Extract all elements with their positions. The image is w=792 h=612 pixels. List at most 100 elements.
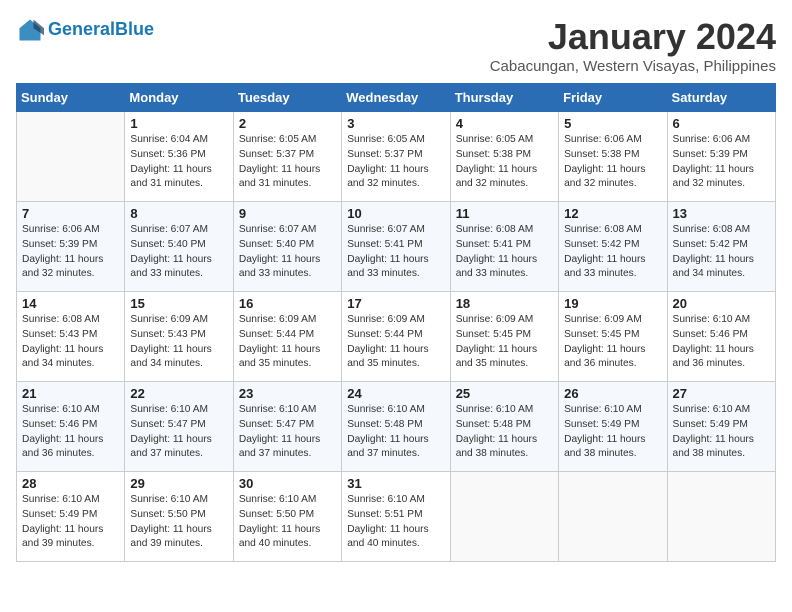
calendar-day-header: Friday	[559, 84, 667, 112]
day-number: 15	[130, 296, 227, 311]
calendar-cell: 7Sunrise: 6:06 AMSunset: 5:39 PMDaylight…	[17, 202, 125, 292]
cell-content: Sunrise: 6:07 AMSunset: 5:41 PMDaylight:…	[347, 223, 444, 282]
calendar-cell: 29Sunrise: 6:10 AMSunset: 5:50 PMDayligh…	[125, 472, 233, 562]
cell-content: Sunrise: 6:09 AMSunset: 5:45 PMDaylight:…	[564, 313, 661, 372]
calendar-week-row: 1 Sunrise: 6:04 AMSunset: 5:36 PMDaylight…	[17, 112, 776, 202]
calendar-cell: 9 Sunrise: 6:07 AMSunset: 5:40 PMDaylight…	[233, 202, 341, 292]
day-number: 13	[673, 206, 770, 221]
day-number: 19	[564, 296, 661, 311]
cell-content: Sunrise: 6:09 AMSunset: 5:43 PMDaylight:…	[130, 313, 227, 372]
cell-content: Sunrise: 6:05 AMSunset: 5:37 PMDaylight:…	[239, 133, 336, 192]
day-number: 4	[456, 116, 553, 131]
calendar-cell	[667, 472, 775, 562]
month-title: January 2024	[490, 16, 776, 58]
calendar-cell: 22 Sunrise: 6:10 AMSunset: 5:47 PMDayligh…	[125, 382, 233, 472]
calendar-week-row: 7Sunrise: 6:06 AMSunset: 5:39 PMDaylight…	[17, 202, 776, 292]
cell-content: Sunrise: 6:10 AMSunset: 5:51 PMDaylight:…	[347, 493, 444, 552]
cell-content: Sunrise: 6:10 AMSunset: 5:49 PMDaylight:…	[564, 403, 661, 462]
page-header: GeneralBlue January 2024 Cabacungan, Wes…	[16, 16, 776, 75]
cell-content: Sunrise: 6:06 AMSunset: 5:38 PMDaylight:…	[564, 133, 661, 192]
day-number: 8	[130, 206, 227, 221]
calendar-day-header: Sunday	[17, 84, 125, 112]
day-number: 17	[347, 296, 444, 311]
calendar-day-header: Tuesday	[233, 84, 341, 112]
day-number: 28	[22, 476, 119, 491]
calendar-cell	[559, 472, 667, 562]
cell-content: Sunrise: 6:10 AMSunset: 5:49 PMDaylight:…	[22, 493, 119, 552]
logo-line2: Blue	[115, 19, 154, 39]
cell-content: Sunrise: 6:05 AMSunset: 5:37 PMDaylight:…	[347, 133, 444, 192]
cell-content: Sunrise: 6:10 AMSunset: 5:47 PMDaylight:…	[130, 403, 227, 462]
calendar-cell: 18Sunrise: 6:09 AMSunset: 5:45 PMDayligh…	[450, 292, 558, 382]
cell-content: Sunrise: 6:06 AMSunset: 5:39 PMDaylight:…	[673, 133, 770, 192]
calendar-day-header: Monday	[125, 84, 233, 112]
cell-content: Sunrise: 6:10 AMSunset: 5:48 PMDaylight:…	[456, 403, 553, 462]
calendar-day-header: Saturday	[667, 84, 775, 112]
location-title: Cabacungan, Western Visayas, Philippines	[490, 58, 776, 75]
calendar-cell	[450, 472, 558, 562]
cell-content: Sunrise: 6:10 AMSunset: 5:48 PMDaylight:…	[347, 403, 444, 462]
title-block: January 2024 Cabacungan, Western Visayas…	[490, 16, 776, 75]
calendar-cell: 4 Sunrise: 6:05 AMSunset: 5:38 PMDaylight…	[450, 112, 558, 202]
calendar-cell: 19 Sunrise: 6:09 AMSunset: 5:45 PMDayligh…	[559, 292, 667, 382]
calendar-cell: 21 Sunrise: 6:10 AMSunset: 5:46 PMDayligh…	[17, 382, 125, 472]
cell-content: Sunrise: 6:09 AMSunset: 5:44 PMDaylight:…	[347, 313, 444, 372]
day-number: 31	[347, 476, 444, 491]
day-number: 14	[22, 296, 119, 311]
logo: GeneralBlue	[16, 16, 154, 44]
cell-content: Sunrise: 6:10 AMSunset: 5:49 PMDaylight:…	[673, 403, 770, 462]
calendar-cell: 14 Sunrise: 6:08 AMSunset: 5:43 PMDayligh…	[17, 292, 125, 382]
day-number: 6	[673, 116, 770, 131]
cell-content: Sunrise: 6:10 AMSunset: 5:46 PMDaylight:…	[22, 403, 119, 462]
calendar-cell: 28 Sunrise: 6:10 AMSunset: 5:49 PMDayligh…	[17, 472, 125, 562]
calendar-week-row: 21 Sunrise: 6:10 AMSunset: 5:46 PMDayligh…	[17, 382, 776, 472]
day-number: 26	[564, 386, 661, 401]
cell-content: Sunrise: 6:09 AMSunset: 5:44 PMDaylight:…	[239, 313, 336, 372]
day-number: 25	[456, 386, 553, 401]
day-number: 18	[456, 296, 553, 311]
day-number: 3	[347, 116, 444, 131]
cell-content: Sunrise: 6:08 AMSunset: 5:42 PMDaylight:…	[564, 223, 661, 282]
day-number: 20	[673, 296, 770, 311]
calendar-cell: 11 Sunrise: 6:08 AMSunset: 5:41 PMDayligh…	[450, 202, 558, 292]
calendar-cell: 24Sunrise: 6:10 AMSunset: 5:48 PMDayligh…	[342, 382, 450, 472]
day-number: 9	[239, 206, 336, 221]
day-number: 22	[130, 386, 227, 401]
cell-content: Sunrise: 6:08 AMSunset: 5:41 PMDaylight:…	[456, 223, 553, 282]
cell-content: Sunrise: 6:04 AMSunset: 5:36 PMDaylight:…	[130, 133, 227, 192]
day-number: 27	[673, 386, 770, 401]
calendar-cell: 5 Sunrise: 6:06 AMSunset: 5:38 PMDaylight…	[559, 112, 667, 202]
calendar-cell: 27 Sunrise: 6:10 AMSunset: 5:49 PMDayligh…	[667, 382, 775, 472]
day-number: 1	[130, 116, 227, 131]
calendar-cell	[17, 112, 125, 202]
cell-content: Sunrise: 6:10 AMSunset: 5:47 PMDaylight:…	[239, 403, 336, 462]
cell-content: Sunrise: 6:06 AMSunset: 5:39 PMDaylight:…	[22, 223, 119, 282]
calendar-week-row: 14 Sunrise: 6:08 AMSunset: 5:43 PMDayligh…	[17, 292, 776, 382]
logo-line1: General	[48, 19, 115, 39]
day-number: 30	[239, 476, 336, 491]
day-number: 2	[239, 116, 336, 131]
day-number: 16	[239, 296, 336, 311]
day-number: 10	[347, 206, 444, 221]
day-number: 21	[22, 386, 119, 401]
cell-content: Sunrise: 6:07 AMSunset: 5:40 PMDaylight:…	[239, 223, 336, 282]
day-number: 11	[456, 206, 553, 221]
calendar-cell: 16 Sunrise: 6:09 AMSunset: 5:44 PMDayligh…	[233, 292, 341, 382]
cell-content: Sunrise: 6:07 AMSunset: 5:40 PMDaylight:…	[130, 223, 227, 282]
calendar-cell: 8 Sunrise: 6:07 AMSunset: 5:40 PMDaylight…	[125, 202, 233, 292]
calendar-cell: 26 Sunrise: 6:10 AMSunset: 5:49 PMDayligh…	[559, 382, 667, 472]
calendar-cell: 2 Sunrise: 6:05 AMSunset: 5:37 PMDaylight…	[233, 112, 341, 202]
day-number: 5	[564, 116, 661, 131]
cell-content: Sunrise: 6:05 AMSunset: 5:38 PMDaylight:…	[456, 133, 553, 192]
calendar-cell: 1 Sunrise: 6:04 AMSunset: 5:36 PMDaylight…	[125, 112, 233, 202]
cell-content: Sunrise: 6:08 AMSunset: 5:43 PMDaylight:…	[22, 313, 119, 372]
cell-content: Sunrise: 6:10 AMSunset: 5:46 PMDaylight:…	[673, 313, 770, 372]
calendar-table: SundayMondayTuesdayWednesdayThursdayFrid…	[16, 83, 776, 562]
cell-content: Sunrise: 6:10 AMSunset: 5:50 PMDaylight:…	[239, 493, 336, 552]
day-number: 12	[564, 206, 661, 221]
calendar-cell: 25 Sunrise: 6:10 AMSunset: 5:48 PMDayligh…	[450, 382, 558, 472]
calendar-day-header: Wednesday	[342, 84, 450, 112]
calendar-day-header: Thursday	[450, 84, 558, 112]
calendar-week-row: 28 Sunrise: 6:10 AMSunset: 5:49 PMDayligh…	[17, 472, 776, 562]
cell-content: Sunrise: 6:10 AMSunset: 5:50 PMDaylight:…	[130, 493, 227, 552]
